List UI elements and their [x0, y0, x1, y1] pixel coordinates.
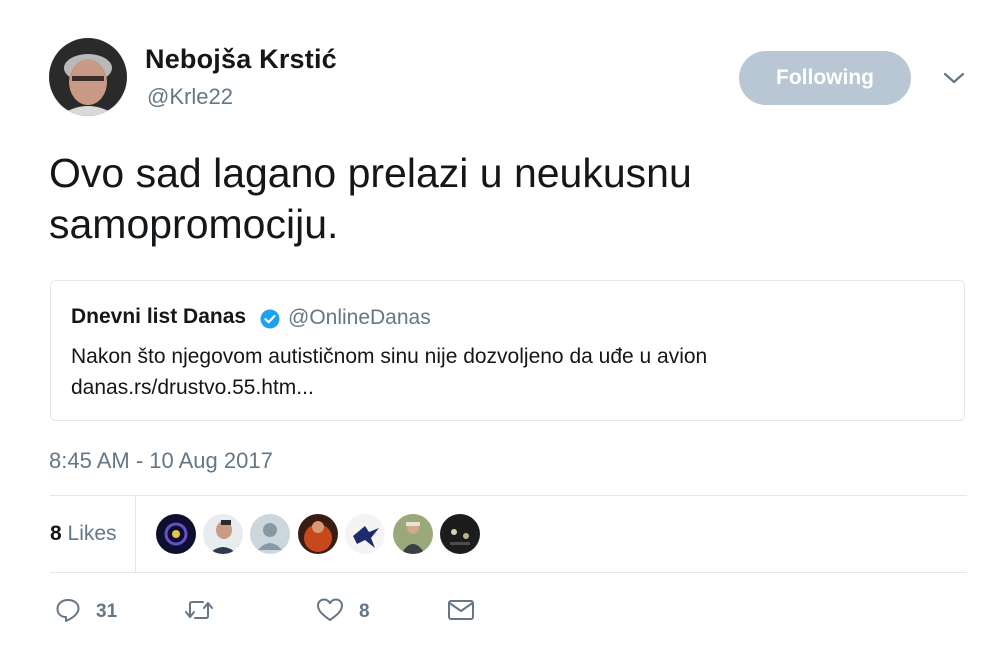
like-count: 8	[359, 601, 370, 622]
quoted-tweet-card[interactable]: Dnevni list Danas @OnlineDanas Nakon što…	[50, 280, 965, 421]
reply-button[interactable]: 31	[54, 597, 117, 627]
chevron-down-icon[interactable]	[941, 68, 967, 88]
stats-vertical-divider	[135, 496, 136, 572]
heart-icon	[315, 596, 345, 629]
retweet-icon	[184, 596, 214, 629]
retweet-button[interactable]	[184, 597, 228, 627]
liker-avatar[interactable]	[203, 514, 243, 554]
quoted-tweet-text: Nakon što njegovom autističnom sinu nije…	[71, 345, 708, 399]
tweet-text: Ovo sad lagano prelazi u neukusnu samopr…	[49, 150, 692, 247]
mail-icon	[446, 596, 476, 629]
liker-avatar[interactable]	[298, 514, 338, 554]
tweet-timestamp[interactable]: 8:45 AM - 10 Aug 2017	[49, 448, 273, 474]
divider-top	[50, 495, 967, 496]
reply-count: 31	[96, 601, 118, 622]
quoted-author-name: Dnevni list Danas	[71, 305, 247, 328]
liker-avatar[interactable]	[440, 514, 480, 554]
author-handle[interactable]: @Krle22	[147, 84, 233, 110]
liker-avatar[interactable]	[250, 514, 290, 554]
likes-stat[interactable]: 8 Likes	[50, 522, 117, 546]
reply-icon	[54, 596, 82, 629]
liker-avatar[interactable]	[345, 514, 385, 554]
direct-message-button[interactable]	[446, 597, 476, 627]
author-name[interactable]: Nebojša Krstić	[145, 44, 337, 75]
liker-avatar[interactable]	[393, 514, 433, 554]
like-button[interactable]: 8	[315, 597, 370, 627]
author-avatar[interactable]	[49, 38, 127, 116]
likes-label: Likes	[67, 522, 117, 545]
following-button[interactable]: Following	[739, 51, 911, 105]
divider-bottom	[50, 572, 967, 573]
quoted-author-handle: @OnlineDanas	[288, 306, 431, 329]
liker-avatar[interactable]	[156, 514, 196, 554]
verified-badge-icon	[260, 309, 280, 329]
likes-count: 8	[50, 522, 62, 545]
